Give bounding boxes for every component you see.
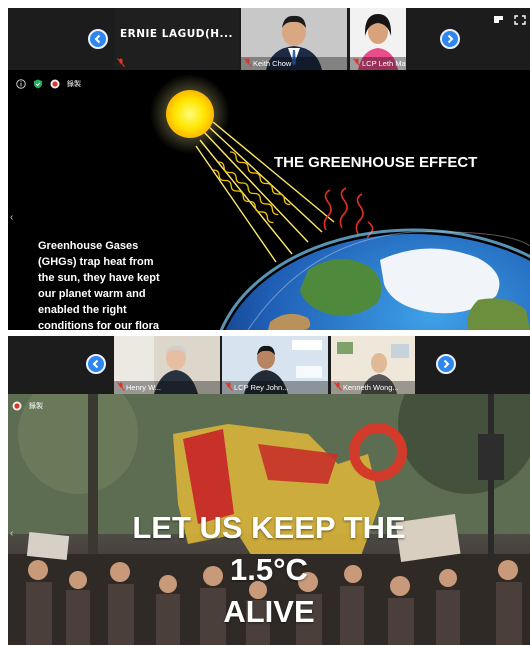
chevron-left-icon: [94, 34, 101, 44]
recording-label: 錄製: [29, 403, 43, 410]
shared-screen: 錄製 ‹ LET US KEEP THE 1.5°C ALIVE: [8, 394, 530, 645]
mic-off-icon: [334, 382, 342, 391]
participant-tile[interactable]: LCP Rey John...: [222, 336, 328, 394]
mic-off-icon: [117, 382, 125, 391]
record-icon: [12, 401, 22, 411]
previous-participants-button[interactable]: [86, 354, 106, 374]
record-icon: [50, 79, 60, 89]
slide-headline-line2: 1.5°C: [230, 552, 308, 587]
previous-participants-button[interactable]: [88, 29, 108, 49]
view-controls: [494, 12, 526, 30]
next-participants-button[interactable]: [436, 354, 456, 374]
mic-off-icon: [353, 58, 361, 67]
mic-off-icon: [244, 58, 252, 67]
meeting-status-row: 錄製: [12, 400, 43, 412]
info-icon[interactable]: [16, 79, 26, 89]
participant-name-large: ERNIE LAGUD(H...: [119, 28, 233, 40]
slide-title: THE GREENHOUSE EFFECT: [274, 154, 478, 171]
chevron-left-icon: [92, 359, 99, 369]
shared-screen: 錄製 THE GREENHOUSE EFFECT Greenhouse Gase…: [8, 70, 530, 330]
participant-tile[interactable]: LCP Leth Mat...: [350, 8, 406, 70]
fullscreen-icon[interactable]: [514, 15, 526, 25]
next-participants-button[interactable]: [440, 29, 460, 49]
participant-tile[interactable]: ERNIE LAGUD(H...: [114, 8, 239, 70]
view-layout-icon[interactable]: [494, 16, 503, 23]
shield-icon[interactable]: [33, 79, 43, 89]
mic-off-icon: [225, 382, 233, 391]
view-control-icons: [494, 15, 526, 25]
meeting-status-row: 錄製: [16, 78, 81, 90]
meeting-window-bottom: Henry W... LCP Rey John... Kenneth Wong.…: [8, 336, 530, 645]
participant-strip: ERNIE LAGUD(H... Keith Chow LCP Leth Ma: [8, 8, 530, 70]
participant-name: LCP Rey John...: [222, 381, 328, 394]
slide-body-text: Greenhouse Gases (GHGs) trap heat from t…: [38, 240, 160, 330]
participant-tile[interactable]: Henry W...: [114, 336, 220, 394]
slide-prev-arrow[interactable]: ‹: [10, 212, 13, 223]
slide-headline-line1: LET US KEEP THE: [132, 510, 406, 545]
participant-strip: Henry W... LCP Rey John... Kenneth Wong.…: [8, 336, 530, 394]
chevron-right-icon: [443, 359, 450, 369]
slide-headline-line3: ALIVE: [223, 594, 315, 629]
participant-tile[interactable]: Kenneth Wong...: [331, 336, 415, 394]
meeting-window-top: ERNIE LAGUD(H... Keith Chow LCP Leth Ma …: [8, 8, 530, 330]
participant-name: Henry W...: [114, 381, 220, 394]
participant-name: Kenneth Wong...: [331, 381, 415, 394]
participant-tile[interactable]: Keith Chow: [241, 8, 347, 70]
chevron-right-icon: [447, 34, 454, 44]
participant-name: Keith Chow: [241, 57, 347, 70]
mic-off-icon: [117, 58, 125, 67]
recording-label: 錄製: [67, 81, 81, 88]
